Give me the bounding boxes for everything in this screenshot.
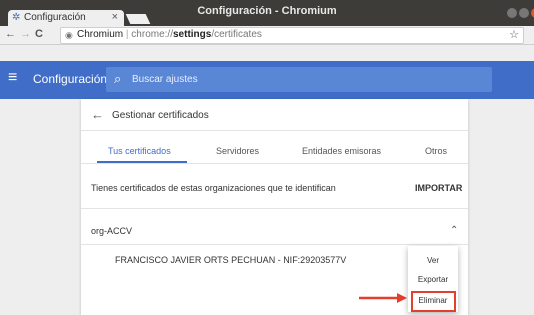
reload-icon[interactable]: C bbox=[35, 28, 43, 40]
url-bold: settings bbox=[172, 29, 212, 40]
menu-item-ver[interactable]: Ver bbox=[408, 256, 458, 265]
browser-tab[interactable]: ✲ Configuración × bbox=[8, 10, 124, 27]
tab-entidades-emisoras[interactable]: Entidades emisoras bbox=[302, 146, 381, 156]
page-title: Configuración bbox=[33, 72, 108, 86]
url-host: Chromium bbox=[77, 29, 124, 40]
tab-servidores[interactable]: Servidores bbox=[216, 146, 259, 156]
search-icon: ⌕ bbox=[114, 71, 122, 86]
search-input[interactable]: ⌕ Buscar ajustes bbox=[106, 67, 492, 92]
section-heading: Gestionar certificados bbox=[112, 110, 209, 121]
close-tab-icon[interactable]: × bbox=[112, 11, 118, 23]
info-text: Tienes certificados de estas organizacio… bbox=[91, 183, 336, 193]
divider bbox=[81, 208, 468, 209]
divider bbox=[81, 163, 468, 164]
new-tab-button[interactable] bbox=[125, 14, 151, 24]
divider bbox=[81, 244, 468, 245]
address-text: Chromium | chrome://settings/certificate… bbox=[77, 29, 262, 40]
back-arrow-icon[interactable]: ← bbox=[91, 107, 104, 122]
settings-header: ≡ Configuración ⌕ Buscar ajustes bbox=[0, 61, 534, 99]
url-separator: | bbox=[125, 29, 129, 40]
red-arrow-annotation bbox=[359, 293, 407, 303]
menu-icon[interactable]: ≡ bbox=[8, 69, 17, 87]
maximize-button[interactable] bbox=[519, 8, 529, 18]
import-button[interactable]: IMPORTAR bbox=[415, 183, 462, 193]
bookmark-star-icon[interactable]: ☆ bbox=[509, 28, 519, 41]
settings-gear-icon: ✲ bbox=[12, 12, 21, 23]
back-arrow-icon[interactable]: ← bbox=[5, 28, 16, 40]
url-path: /certificates bbox=[211, 29, 262, 40]
url-scheme: chrome:// bbox=[131, 29, 173, 40]
search-placeholder: Buscar ajustes bbox=[132, 74, 198, 85]
menu-item-eliminar[interactable]: Eliminar bbox=[408, 296, 458, 305]
menu-item-exportar[interactable]: Exportar bbox=[408, 275, 458, 284]
forward-arrow-icon[interactable]: → bbox=[20, 28, 31, 40]
browser-toolbar: ← → C ◉ Chromium | chrome://settings/cer… bbox=[0, 26, 534, 45]
org-name: org-ACCV bbox=[91, 226, 133, 236]
tab-title: Configuración bbox=[24, 12, 86, 23]
chevron-up-icon[interactable]: ⌃ bbox=[450, 225, 458, 236]
certificates-card: ← Gestionar certificados Tus certificado… bbox=[81, 99, 468, 315]
window-titlebar: Configuración - Chromium ✲ Configuración… bbox=[0, 0, 534, 27]
certificate-context-menu: Ver Exportar Eliminar bbox=[408, 246, 458, 312]
address-bar[interactable]: ◉ Chromium | chrome://settings/certifica… bbox=[60, 27, 524, 44]
certificate-name: FRANCISCO JAVIER ORTS PECHUAN - NIF:2920… bbox=[115, 255, 347, 265]
divider bbox=[81, 130, 468, 131]
minimize-button[interactable] bbox=[507, 8, 517, 18]
site-info-icon[interactable]: ◉ bbox=[65, 30, 73, 41]
tab-otros[interactable]: Otros bbox=[425, 146, 447, 156]
tab-tus-certificados[interactable]: Tus certificados bbox=[108, 146, 171, 156]
